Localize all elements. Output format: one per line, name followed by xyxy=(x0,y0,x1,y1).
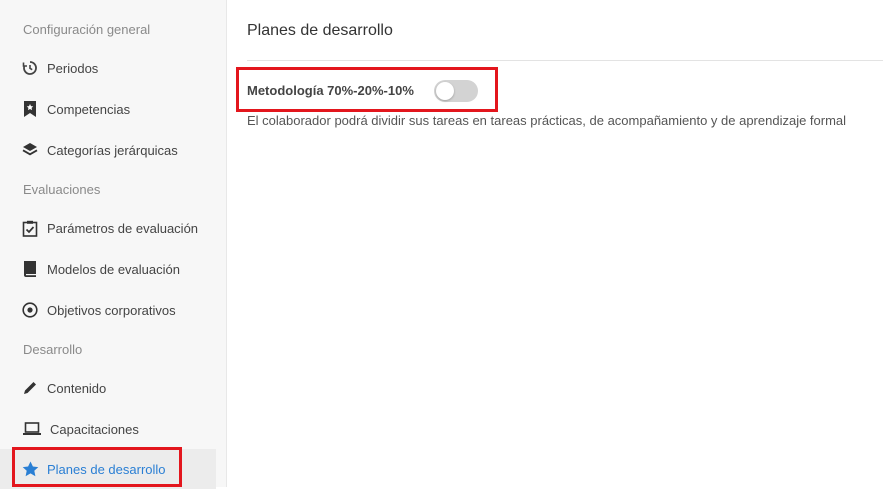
section-label-evaluaciones: Evaluaciones xyxy=(23,182,101,197)
sidebar-item-competencias[interactable]: Competencias xyxy=(0,89,216,129)
pencil-icon xyxy=(21,379,39,397)
highlight-box-nav xyxy=(12,447,182,487)
sidebar-item-capacitaciones[interactable]: Capacitaciones xyxy=(0,409,216,449)
sidebar-item-categorias[interactable]: Categorías jerárquicas xyxy=(0,130,216,170)
sidebar-item-label: Capacitaciones xyxy=(50,421,139,437)
sidebar-item-label: Categorías jerárquicas xyxy=(47,142,178,158)
highlight-box-setting xyxy=(236,67,498,112)
sidebar-item-label: Contenido xyxy=(47,380,107,396)
sidebar-item-periodos[interactable]: Periodos xyxy=(0,48,216,88)
sidebar-item-contenido[interactable]: Contenido xyxy=(0,368,216,408)
section-label-general: Configuración general xyxy=(23,22,151,37)
page-title: Planes de desarrollo xyxy=(247,22,393,39)
sidebar-item-label: Parámetros de evaluación xyxy=(47,220,199,236)
methodology-description: El colaborador podrá dividir sus tareas … xyxy=(247,113,847,128)
section-label-desarrollo: Desarrollo xyxy=(23,342,83,357)
laptop-icon xyxy=(22,420,42,438)
target-icon xyxy=(21,301,39,319)
sidebar-item-label: Objetivos corporativos xyxy=(47,302,176,318)
sidebar: Configuración general Periodos Competenc… xyxy=(0,0,227,489)
sidebar-item-label: Modelos de evaluación xyxy=(47,261,180,277)
divider xyxy=(247,60,883,61)
sidebar-item-label: Periodos xyxy=(47,60,99,76)
layers-icon xyxy=(21,141,39,159)
book-icon xyxy=(21,260,39,278)
history-icon xyxy=(21,59,39,77)
sidebar-item-modelos[interactable]: Modelos de evaluación xyxy=(0,249,216,289)
sidebar-item-label: Competencias xyxy=(47,101,131,117)
clipboard-check-icon xyxy=(21,219,39,237)
sidebar-item-parametros[interactable]: Parámetros de evaluación xyxy=(0,208,216,248)
sidebar-item-objetivos[interactable]: Objetivos corporativos xyxy=(0,290,216,330)
bookmark-star-icon xyxy=(21,100,39,118)
